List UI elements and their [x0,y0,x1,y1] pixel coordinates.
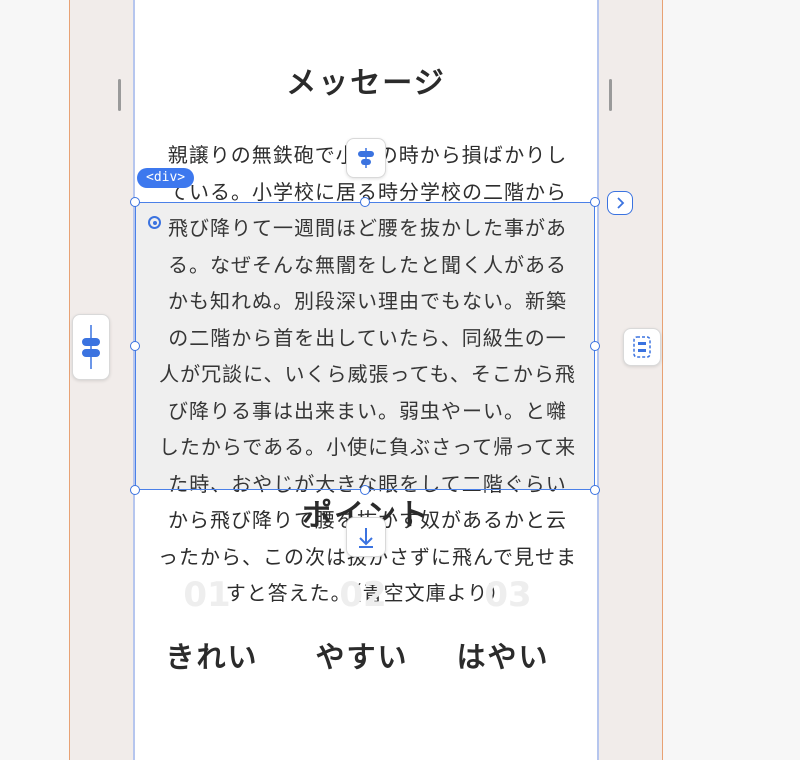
canvas-margin-left [0,0,69,760]
point-number: 02 [339,575,387,615]
padding-top-button[interactable] [346,138,386,178]
padding-left-button[interactable] [72,314,110,380]
point-number: 01 [183,575,231,615]
selection-box[interactable] [135,202,595,490]
canvas-margin-right [663,0,800,760]
guide-line-right [662,0,663,760]
next-element-button[interactable] [607,191,633,215]
resize-handle-bottom-left[interactable] [130,485,140,495]
padding-bottom-button[interactable] [346,517,386,557]
padding-bottom-icon [359,528,373,548]
point-number: 03 [484,575,532,615]
point-label[interactable]: きれい [142,634,282,676]
layout-button[interactable] [623,328,661,366]
resize-grip-right[interactable] [609,79,612,111]
resize-grip-left[interactable] [118,79,121,111]
element-tag-badge[interactable]: <div> [137,168,195,188]
resize-handle-top[interactable] [360,197,370,207]
message-heading[interactable]: メッセージ [136,58,596,102]
resize-handle-top-left[interactable] [130,197,140,207]
point-label[interactable]: はやい [433,634,573,676]
padding-top-icon [358,148,374,168]
layout-icon [633,336,651,358]
resize-handle-top-right[interactable] [590,197,600,207]
resize-handle-left[interactable] [130,341,140,351]
resize-handle-right[interactable] [590,341,600,351]
chevron-right-icon [617,197,625,209]
padding-left-icon [82,325,100,369]
target-icon[interactable] [148,216,161,229]
resize-handle-bottom-right[interactable] [590,485,600,495]
resize-handle-bottom[interactable] [360,485,370,495]
guide-line-left [69,0,70,760]
point-label[interactable]: やすい [292,634,432,676]
